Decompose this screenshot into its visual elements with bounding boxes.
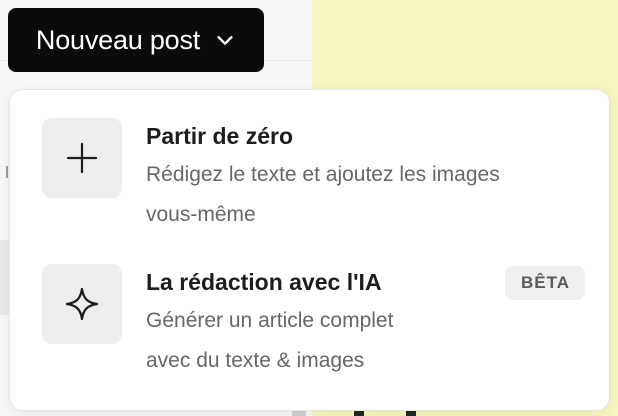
menu-item-description-line: Rédigez le texte et ajoutez les images — [146, 163, 500, 186]
menu-item-text: Partir de zéro Rédigez le texte et ajout… — [146, 118, 585, 238]
menu-item-description-line: avec du texte & images — [146, 349, 365, 372]
menu-item-description: Rédigez le texte et ajoutez les images v… — [146, 155, 585, 235]
sparkle-icon — [65, 287, 99, 321]
new-post-label: Nouveau post — [35, 24, 201, 55]
menu-item-ai-writing[interactable]: La rédaction avec l'IA BÊTA Générer un a… — [42, 264, 585, 384]
menu-item-description: Générer un article complet avec du texte… — [146, 301, 585, 381]
chevron-down-icon — [217, 36, 233, 45]
menu-item-text: La rédaction avec l'IA BÊTA Générer un a… — [146, 264, 585, 384]
menu-item-description-line: vous-même — [146, 203, 256, 226]
menu-item-title: Partir de zéro — [146, 123, 293, 149]
menu-item-description-line: Générer un article complet — [146, 309, 394, 332]
plus-icon-tile — [42, 118, 122, 198]
background-text-cursor — [6, 166, 8, 178]
plus-icon — [66, 142, 98, 174]
menu-item-start-from-scratch[interactable]: Partir de zéro Rédigez le texte et ajout… — [42, 118, 585, 238]
sparkle-icon-tile — [42, 264, 122, 344]
new-post-menu: Partir de zéro Rédigez le texte et ajout… — [9, 89, 610, 411]
beta-badge: BÊTA — [504, 266, 585, 300]
new-post-button[interactable]: Nouveau post — [8, 8, 264, 72]
